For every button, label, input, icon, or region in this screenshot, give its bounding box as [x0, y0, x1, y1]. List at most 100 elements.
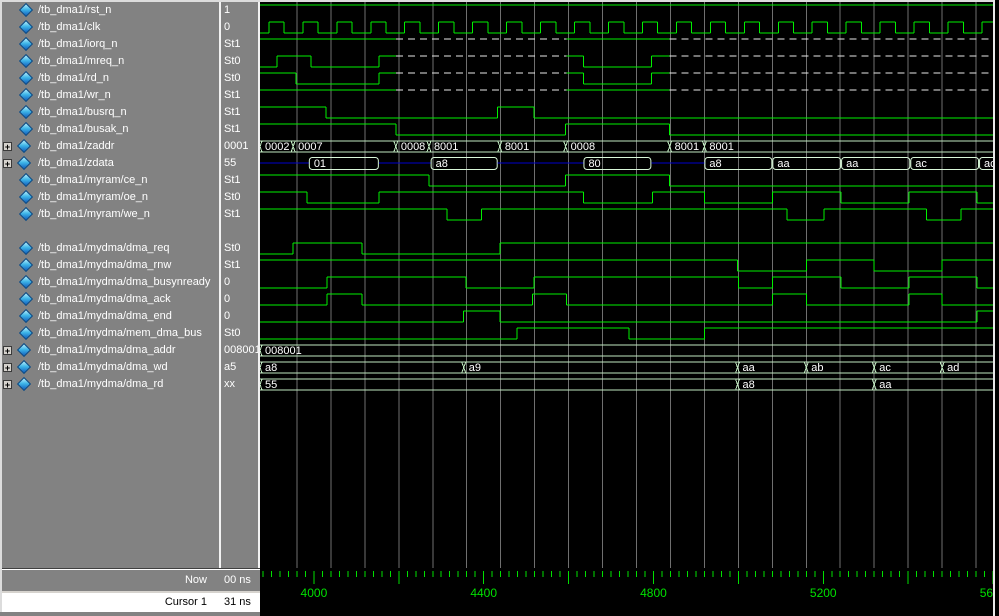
signal-name-label: /tb_dma1/mydma/dma_end [38, 308, 172, 325]
signal-row[interactable]: /tb_dma1/mydma/dma_busynready [0, 274, 219, 291]
signal-diamond-icon [17, 360, 31, 374]
signal-name-label: /tb_dma1/zdata [38, 155, 114, 172]
bottom-edge [0, 612, 262, 616]
signal-names-panel: /tb_dma1/rst_n/tb_dma1/clk/tb_dma1/iorq_… [0, 0, 219, 568]
signal-diamond-icon [17, 139, 31, 153]
svg-text:aa: aa [743, 362, 756, 374]
window-top-border [0, 0, 999, 2]
waveform-canvas[interactable]: 0002000700088001800100088001800101a880a8… [260, 0, 999, 568]
signal-value-cell: 008001 [224, 342, 258, 359]
signal-value-cell: St0 [224, 70, 258, 87]
wave-trace: 00020007000880018001000880018001 [260, 141, 999, 153]
expand-plus-icon[interactable]: + [3, 363, 12, 372]
signal-name-label: /tb_dma1/myram/ce_n [38, 172, 147, 189]
svg-text:01: 01 [314, 158, 326, 170]
signal-value-cell: 0 [224, 274, 258, 291]
signal-name-label: /tb_dma1/myram/we_n [38, 206, 150, 223]
signal-diamond-icon [19, 275, 33, 289]
signal-row[interactable]: /tb_dma1/myram/oe_n [0, 189, 219, 206]
waveform-panel[interactable]: 0002000700088001800100088001800101a880a8… [260, 0, 999, 568]
signal-name-label: /tb_dma1/mydma/dma_ack [38, 291, 171, 308]
signal-diamond-icon [17, 156, 31, 170]
signal-diamond-icon [19, 88, 33, 102]
signal-diamond-icon [19, 258, 33, 272]
wave-trace [260, 192, 999, 203]
svg-text:ac: ac [915, 158, 927, 170]
expand-plus-icon[interactable]: + [3, 380, 12, 389]
signal-value-cell: St0 [224, 189, 258, 206]
signal-value-cell: a5 [224, 359, 258, 376]
expand-plus-icon[interactable]: + [3, 346, 12, 355]
modelsim-wave-window: /tb_dma1/rst_n/tb_dma1/clk/tb_dma1/iorq_… [0, 0, 999, 616]
svg-text:ab: ab [811, 362, 823, 374]
signal-diamond-icon [19, 241, 33, 255]
signal-row[interactable]: + /tb_dma1/zdata [0, 155, 219, 172]
now-row: Now 00 ns [0, 570, 260, 591]
window-left-border [0, 0, 2, 612]
signal-name-label: /tb_dma1/mydma/dma_rnw [38, 257, 171, 274]
signal-name-label: /tb_dma1/clk [38, 19, 100, 36]
signal-diamond-icon [17, 377, 31, 391]
svg-text:a9: a9 [469, 362, 481, 374]
signal-value-cell: St0 [224, 325, 258, 342]
signal-name-label: /tb_dma1/mydma/dma_req [38, 240, 169, 257]
wave-trace [260, 124, 999, 135]
timeline-label: 4400 [470, 586, 497, 600]
svg-text:008001: 008001 [265, 345, 302, 357]
timeline-label: 4800 [640, 586, 667, 600]
timeline-ruler[interactable]: 40004400480052005600 [260, 568, 999, 616]
wave-trace [260, 311, 999, 322]
wave-trace: 008001 [260, 345, 999, 357]
signal-row[interactable]: /tb_dma1/mreq_n [0, 53, 219, 70]
signal-value-cell: St1 [224, 206, 258, 223]
svg-text:55: 55 [265, 379, 277, 391]
signal-row[interactable]: /tb_dma1/mydma/dma_rnw [0, 257, 219, 274]
signal-row[interactable]: +/tb_dma1/mydma/dma_addr [0, 342, 219, 359]
signal-row[interactable]: /tb_dma1/myram/we_n [0, 206, 219, 223]
signal-row[interactable]: /tb_dma1/clk [0, 19, 219, 36]
signal-row[interactable]: /tb_dma1/mydma/mem_dma_bus [0, 325, 219, 342]
signal-row[interactable]: + /tb_dma1/mydma/dma_rd [0, 376, 219, 393]
timeline-ticks: 40004400480052005600 [263, 571, 999, 600]
signal-row[interactable]: /tb_dma1/mydma/dma_req [0, 240, 219, 257]
svg-text:aa: aa [879, 379, 892, 391]
signal-name-label: /tb_dma1/mydma/dma_rd [38, 376, 163, 393]
signal-name-label: /tb_dma1/busrq_n [38, 104, 127, 121]
signal-name-label: /tb_dma1/wr_n [38, 87, 111, 104]
timeline-label: 4000 [301, 586, 328, 600]
signal-value-cell: St0 [224, 53, 258, 70]
signal-value-cell: St1 [224, 121, 258, 138]
signal-row[interactable]: /tb_dma1/mydma/dma_end [0, 308, 219, 325]
signal-row[interactable]: /tb_dma1/myram/ce_n [0, 172, 219, 189]
signal-row[interactable]: /tb_dma1/rst_n [0, 2, 219, 19]
signal-row[interactable]: /tb_dma1/mydma/dma_ack [0, 291, 219, 308]
svg-text:0002: 0002 [265, 141, 289, 153]
signal-row[interactable]: /tb_dma1/wr_n [0, 87, 219, 104]
signal-diamond-icon [19, 71, 33, 85]
signal-row[interactable]: /tb_dma1/busak_n [0, 121, 219, 138]
signal-row[interactable]: +/tb_dma1/zaddr [0, 138, 219, 155]
expand-plus-icon[interactable]: + [3, 142, 12, 151]
signal-value-cell: St0 [224, 240, 258, 257]
cursor-label: Cursor 1 [0, 593, 207, 612]
signal-diamond-icon [19, 54, 33, 68]
signal-name-label: /tb_dma1/mydma/dma_busynready [38, 274, 210, 291]
svg-text:8001: 8001 [675, 141, 699, 153]
signal-value-cell: St1 [224, 257, 258, 274]
expand-plus-icon[interactable]: + [3, 159, 12, 168]
signal-row[interactable]: +/tb_dma1/mydma/dma_wd [0, 359, 219, 376]
signal-name-label: /tb_dma1/rst_n [38, 2, 111, 19]
signal-row[interactable]: /tb_dma1/iorq_n [0, 36, 219, 53]
wave-trace: a8a9aaabacad [260, 362, 999, 374]
wave-trace [260, 294, 999, 305]
wave-trace [260, 22, 999, 33]
timeline-ruler-canvas[interactable]: 40004400480052005600 [260, 568, 999, 616]
signal-value-cell: 0 [224, 291, 258, 308]
signal-row[interactable]: /tb_dma1/rd_n [0, 70, 219, 87]
signal-name-label: /tb_dma1/myram/oe_n [38, 189, 148, 206]
signal-value-cell: 0 [224, 19, 258, 36]
signal-diamond-icon [19, 105, 33, 119]
signal-name-label: /tb_dma1/mreq_n [38, 53, 124, 70]
signal-row[interactable]: /tb_dma1/busrq_n [0, 104, 219, 121]
cursor-row[interactable]: Cursor 1 31 ns [0, 593, 260, 612]
